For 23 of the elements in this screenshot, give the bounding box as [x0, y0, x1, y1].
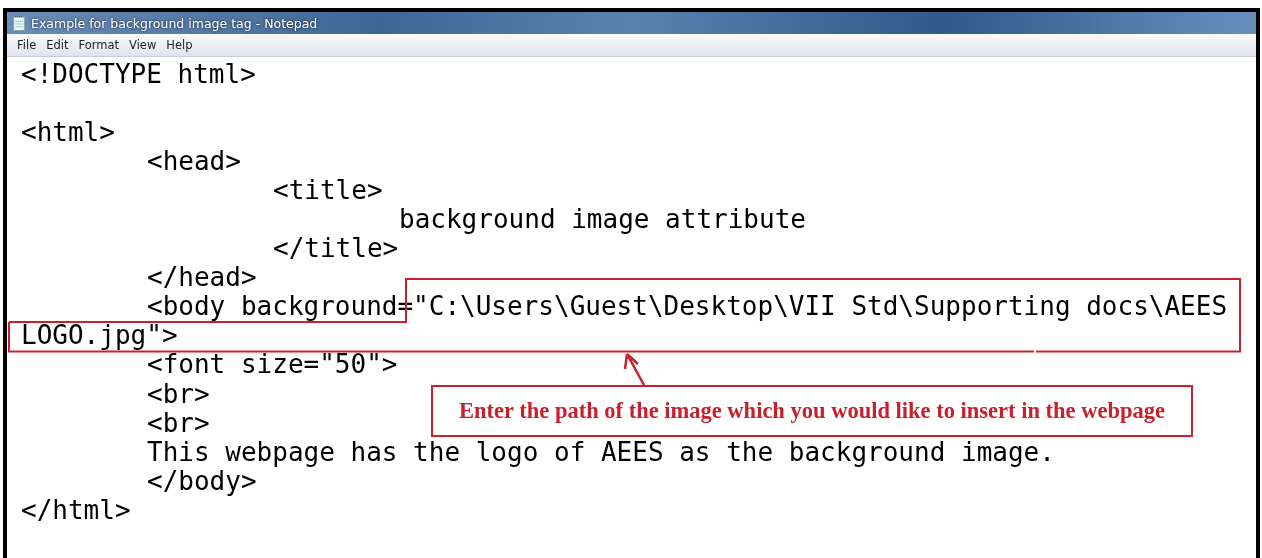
code-line: </title> [272, 234, 399, 264]
code-line: </html> [21, 495, 131, 525]
notepad-icon [13, 15, 25, 31]
arrow [623, 352, 646, 387]
window-title: Example for background image tag - Notepad [31, 15, 318, 31]
annotation-callout: Enter the path of the image which you would like to insert in the webpage [431, 385, 1193, 437]
code-line: </head> [146, 263, 257, 293]
code-line: <title> [272, 175, 383, 205]
code-line: LOGO.jpg"> [21, 321, 178, 351]
code-line: <!DOCTYPE html> [21, 59, 256, 89]
code-line: <head> [146, 146, 241, 176]
code-line: <br> [146, 408, 210, 438]
code-line: <font size="50"> [147, 350, 398, 380]
menu-item[interactable]: Edit [41, 36, 74, 54]
code-line: background image attribute [398, 204, 806, 235]
code-line: <br> [146, 379, 210, 409]
menu-item[interactable]: File [12, 36, 42, 54]
menu-item[interactable]: Help [161, 36, 198, 54]
code-line: This webpage has the logo of AEES as the background image. [146, 437, 1055, 467]
menu-item[interactable]: View [124, 36, 162, 54]
code-line: <html> [21, 117, 115, 147]
code-line: </body> [146, 466, 257, 496]
menu-item[interactable]: Format [73, 36, 125, 54]
